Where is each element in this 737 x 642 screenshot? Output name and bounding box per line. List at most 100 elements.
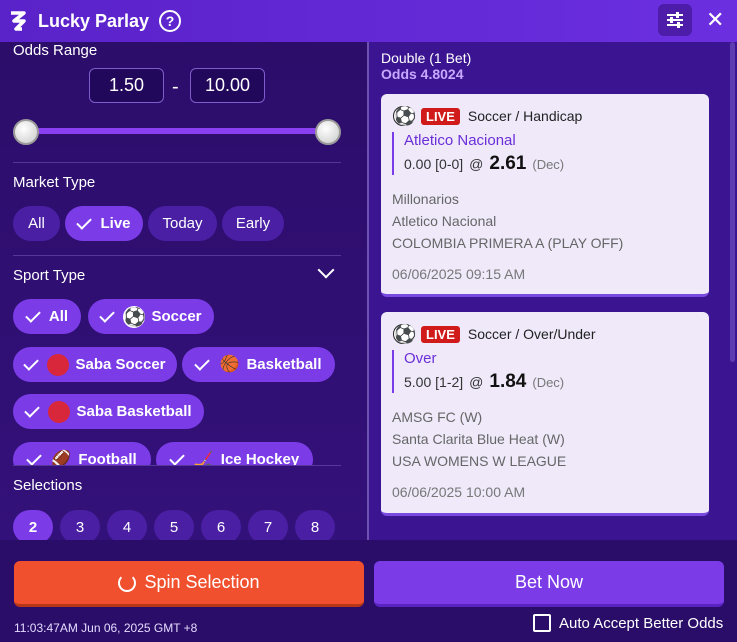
clock-text: 11:03:47AM Jun 06, 2025 GMT +8 xyxy=(14,621,198,635)
at-sign: @ xyxy=(469,374,484,390)
market-type-live[interactable]: Live xyxy=(65,206,143,241)
selection-count-7[interactable]: 7 xyxy=(248,510,288,544)
market-type-all[interactable]: All xyxy=(13,206,60,241)
auto-accept-checkbox[interactable] xyxy=(533,614,551,632)
market-type-today[interactable]: Today xyxy=(148,206,217,241)
sport-basketball[interactable]: 🏀 Basketball xyxy=(182,347,335,382)
spin-selection-button[interactable]: Spin Selection xyxy=(14,561,364,607)
live-badge: LIVE xyxy=(421,107,460,125)
market-type-today-label: Today xyxy=(162,215,203,232)
sport-type-label: Sport Type xyxy=(13,267,86,284)
logo-icon xyxy=(8,9,30,33)
header: Lucky Parlay ? ✕ xyxy=(0,0,737,42)
chevron-down-icon[interactable] xyxy=(317,261,335,279)
selection-count-6[interactable]: 6 xyxy=(201,510,241,544)
odds-type: (Dec) xyxy=(532,375,565,390)
help-icon[interactable]: ? xyxy=(159,10,182,32)
close-icon[interactable]: ✕ xyxy=(706,9,724,31)
at-sign: @ xyxy=(469,156,484,172)
divider xyxy=(13,465,341,466)
sport-soccer-label: Soccer xyxy=(151,308,202,325)
bet-match-info: Millonarios Atletico Nacional COLOMBIA P… xyxy=(392,188,623,254)
odds-type: (Dec) xyxy=(532,157,565,172)
odds-slider-track[interactable] xyxy=(26,128,328,134)
odds-slider-min-handle[interactable] xyxy=(13,119,39,145)
check-icon xyxy=(24,401,41,418)
selection-count-3[interactable]: 3 xyxy=(60,510,100,544)
bet-odds-line: 5.00 [1-2] @ 1.84 (Dec) xyxy=(404,371,564,393)
bet-slip-panel: Double (1 Bet) Odds 4.8024 ⚽ LIVE Soccer… xyxy=(369,42,737,540)
sport-saba-soccer-label: Saba Soccer xyxy=(75,356,166,373)
sport-ice-hockey[interactable]: 🏒 Ice Hockey xyxy=(156,442,313,465)
market-type-early-label: Early xyxy=(235,215,271,232)
bet-slip-scrollbar[interactable] xyxy=(730,42,735,362)
sport-ice-hockey-label: Ice Hockey xyxy=(220,451,300,465)
sport-all-label: All xyxy=(48,308,69,325)
bet-selection: Atletico Nacional 0.00 [0-0] @ 2.61 (Dec… xyxy=(392,132,564,175)
saba-basketball-icon xyxy=(48,400,71,423)
refresh-icon xyxy=(118,573,137,592)
away-team: Santa Clarita Blue Heat (W) xyxy=(392,431,565,447)
bet-card-header: ⚽ LIVE Soccer / Over/Under xyxy=(393,324,596,344)
league-name: USA WOMENS W LEAGUE xyxy=(392,453,567,469)
bet-match-info: AMSG FC (W) Santa Clarita Blue Heat (W) … xyxy=(392,406,566,472)
football-icon: 🏈 xyxy=(51,450,72,466)
sport-football[interactable]: 🏈 Football xyxy=(13,442,151,465)
bet-market: Soccer / Handicap xyxy=(467,108,583,124)
odds-slider-max-handle[interactable] xyxy=(315,119,341,145)
bet-odds-line: 0.00 [0-0] @ 2.61 (Dec) xyxy=(404,153,564,175)
sport-football-label: Football xyxy=(78,451,137,465)
bet-selection-name: Atletico Nacional xyxy=(404,132,516,149)
check-icon xyxy=(23,354,40,371)
market-type-live-label: Live xyxy=(100,215,131,232)
bet-market: Soccer / Over/Under xyxy=(467,326,596,342)
live-badge: LIVE xyxy=(421,325,460,343)
match-time: 06/06/2025 10:00 AM xyxy=(392,484,526,500)
check-icon xyxy=(169,449,185,465)
selection-count-8[interactable]: 8 xyxy=(295,510,335,544)
bet-handicap: 5.00 [1-2] xyxy=(404,374,464,390)
away-team: Atletico Nacional xyxy=(392,213,497,229)
check-icon xyxy=(76,213,93,230)
market-type-early[interactable]: Early xyxy=(222,206,284,241)
bet-selection-name: Over xyxy=(404,350,437,367)
check-icon xyxy=(26,449,43,465)
ice-hockey-icon: 🏒 xyxy=(193,450,214,466)
bet-card: ⚽ LIVE Soccer / Over/Under Over 5.00 [1-… xyxy=(381,312,709,516)
selections-label: Selections xyxy=(13,477,83,494)
app-title: Lucky Parlay xyxy=(38,10,150,31)
sport-row-clipped: 🏈 Football 🏒 Ice Hockey xyxy=(0,435,360,465)
sport-saba-soccer[interactable]: Saba Soccer xyxy=(13,347,177,382)
bet-now-button[interactable]: Bet Now xyxy=(374,561,724,607)
selection-count-2[interactable]: 2 xyxy=(13,510,53,544)
odds-min-input[interactable]: 1.50 xyxy=(89,68,164,103)
bet-slip-odds: Odds 4.8024 xyxy=(381,66,464,82)
market-type-label: Market Type xyxy=(13,174,96,191)
odds-max-input[interactable]: 10.00 xyxy=(190,68,265,103)
home-team: AMSG FC (W) xyxy=(392,409,483,425)
settings-button[interactable] xyxy=(658,4,692,36)
market-type-all-label: All xyxy=(28,215,45,232)
bet-card: ⚽ LIVE Soccer / Handicap Atletico Nacion… xyxy=(381,94,709,297)
auto-accept-toggle[interactable]: Auto Accept Better Odds xyxy=(533,614,723,632)
sport-soccer[interactable]: ⚽ Soccer xyxy=(88,299,214,334)
bet-now-label: Bet Now xyxy=(514,572,584,592)
sport-all[interactable]: All xyxy=(13,299,81,334)
check-icon xyxy=(99,306,116,323)
selection-count-5[interactable]: 5 xyxy=(154,510,194,544)
basketball-icon: 🏀 xyxy=(219,355,240,373)
spin-selection-label: Spin Selection xyxy=(144,572,260,592)
saba-soccer-icon xyxy=(47,353,70,376)
sport-saba-basketball[interactable]: Saba Basketball xyxy=(13,394,204,429)
odds-range-label: Odds Range xyxy=(13,42,98,59)
soccer-ball-icon: ⚽ xyxy=(393,324,417,344)
home-team: Millonarios xyxy=(392,191,459,207)
bet-price: 2.61 xyxy=(489,153,527,174)
bet-handicap: 0.00 [0-0] xyxy=(404,156,464,172)
match-time: 06/06/2025 09:15 AM xyxy=(392,266,526,282)
bet-price: 1.84 xyxy=(489,371,527,392)
selection-count-4[interactable]: 4 xyxy=(107,510,147,544)
divider xyxy=(13,162,341,163)
sport-saba-basketball-label: Saba Basketball xyxy=(76,403,192,420)
bet-selection: Over 5.00 [1-2] @ 1.84 (Dec) xyxy=(392,350,564,393)
